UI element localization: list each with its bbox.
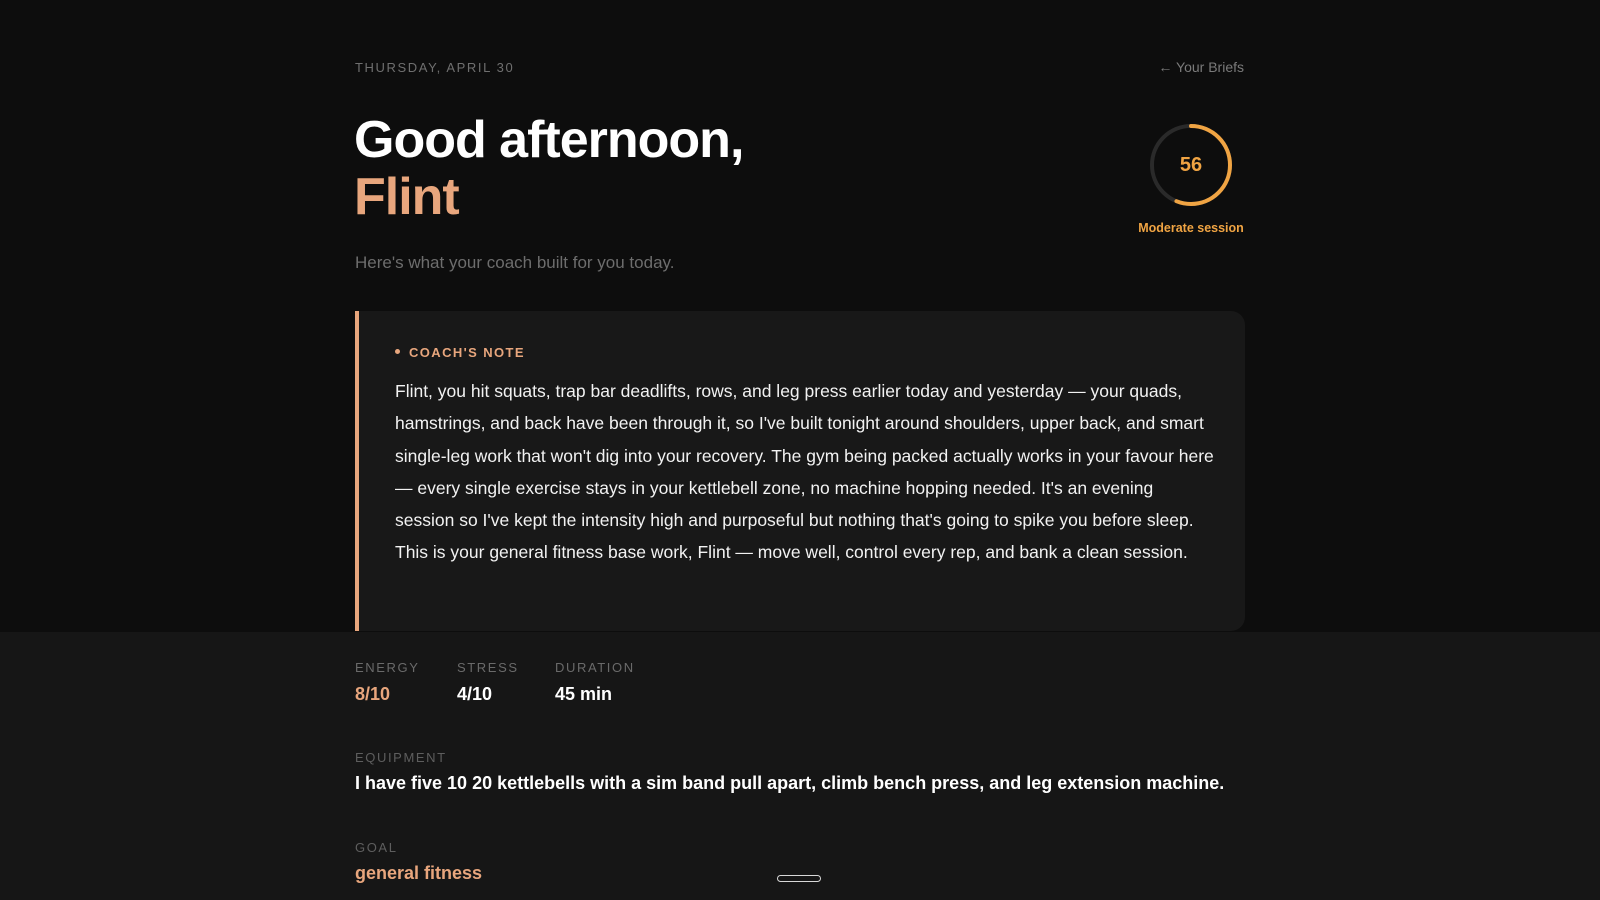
date-label: THURSDAY, APRIL 30	[355, 60, 515, 75]
equipment-section: EQUIPMENT I have five 10 20 kettlebells …	[355, 750, 1255, 794]
coach-note-title: COACH'S NOTE	[395, 345, 525, 360]
stat-value: 8/10	[355, 684, 391, 704]
stat-label: ENERGY	[355, 660, 420, 675]
stat-value: 45 min	[555, 684, 613, 704]
back-to-briefs-link[interactable]: ← Your Briefs	[1158, 59, 1244, 75]
greeting-heading: Good afternoon, Flint	[354, 111, 744, 226]
stat-value: 4/10	[457, 684, 493, 704]
stat-energy: ENERGY 8/10	[355, 660, 420, 705]
coach-note-card: COACH'S NOTE Flint, you hit squats, trap…	[355, 311, 1245, 631]
stat-label: DURATION	[555, 660, 635, 675]
greeting-subtitle: Here's what your coach built for you tod…	[355, 253, 675, 272]
score-value: 56	[1179, 154, 1203, 176]
equipment-value: I have five 10 20 kettlebells with a sim…	[355, 773, 1225, 793]
user-name: Flint	[354, 168, 460, 226]
greeting-line: Good afternoon,	[354, 111, 744, 169]
session-score: 56 Moderate session	[1130, 122, 1252, 235]
coach-note-title-text: COACH'S NOTE	[409, 345, 525, 360]
score-label: Moderate session	[1138, 221, 1244, 235]
stat-stress: STRESS 4/10	[457, 660, 519, 705]
coach-note-text: Flint, you hit squats, trap bar deadlift…	[395, 381, 1214, 563]
bullet-dot-icon	[395, 349, 400, 355]
goal-label: GOAL	[355, 840, 398, 855]
stat-duration: DURATION 45 min	[555, 660, 635, 705]
home-indicator[interactable]	[777, 875, 821, 882]
score-ring: 56	[1148, 122, 1234, 208]
stat-label: STRESS	[457, 660, 519, 675]
equipment-label: EQUIPMENT	[355, 750, 447, 765]
